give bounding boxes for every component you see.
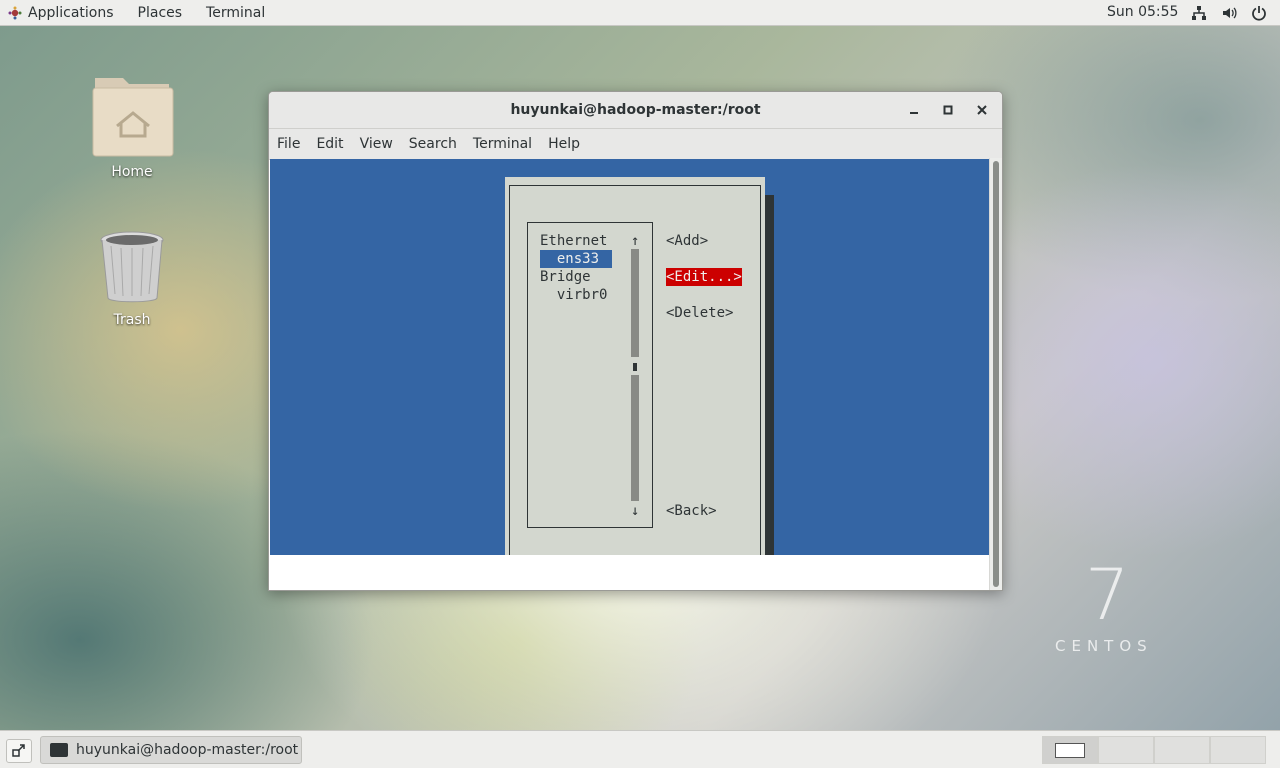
applications-label: Applications	[28, 4, 114, 21]
list-item-virbr0[interactable]: virbr0	[540, 286, 608, 304]
add-button[interactable]: <Add>	[666, 232, 708, 250]
terminal-screen[interactable]: Ethernet ens33 Bridge virbr0 ↑ ↓ <Add> <…	[270, 159, 990, 557]
terminal-empty-area[interactable]	[270, 555, 990, 590]
task-label: huyunkai@hadoop-master:/root	[76, 742, 299, 758]
home-label: Home	[111, 164, 153, 180]
power-icon[interactable]	[1250, 4, 1268, 22]
window-menubar: File Edit View Search Terminal Help	[269, 129, 1002, 160]
list-item-ethernet[interactable]: Ethernet	[540, 232, 607, 250]
workspace-window-preview	[1055, 743, 1085, 758]
workspace-3[interactable]	[1154, 736, 1210, 764]
terminal-icon	[50, 743, 68, 757]
show-desktop-button[interactable]	[6, 739, 32, 763]
workspace-4[interactable]	[1210, 736, 1266, 764]
menu-edit[interactable]: Edit	[308, 136, 351, 152]
centos-wordmark: CENTOS	[1055, 637, 1153, 655]
list-item-ens33[interactable]: ens33	[540, 250, 612, 268]
dialog-shadow	[765, 195, 774, 555]
terminal-app-menu[interactable]: Terminal	[194, 5, 277, 21]
workspace-2[interactable]	[1098, 736, 1154, 764]
list-scrollbar-track-lower[interactable]	[631, 375, 639, 501]
terminal-scrollbar-thumb[interactable]	[993, 161, 999, 587]
menu-terminal[interactable]: Terminal	[465, 136, 540, 152]
volume-icon[interactable]	[1220, 4, 1238, 22]
top-menu: Applications Places Terminal	[0, 0, 277, 26]
workspace-1[interactable]	[1042, 736, 1098, 764]
clock[interactable]: Sun 05:55	[1107, 4, 1178, 20]
terminal-scrollbar[interactable]	[989, 158, 1002, 590]
menu-help[interactable]: Help	[540, 136, 588, 152]
maximize-icon	[943, 105, 953, 115]
places-menu[interactable]: Places	[126, 5, 195, 21]
edit-button[interactable]: <Edit...>	[666, 268, 742, 286]
centos-version: 7	[1085, 554, 1130, 636]
back-button[interactable]: <Back>	[666, 502, 717, 520]
close-icon	[977, 105, 987, 115]
gnome-foot-icon	[8, 6, 22, 20]
scroll-down-arrow[interactable]: ↓	[631, 502, 639, 520]
show-desktop-icon	[12, 744, 25, 757]
trash-icon	[100, 231, 164, 303]
minimize-button[interactable]	[904, 100, 924, 120]
applications-menu[interactable]: Applications	[0, 5, 126, 21]
desktop-trash[interactable]: Trash	[82, 228, 182, 328]
list-scrollbar-track[interactable]	[631, 249, 639, 357]
scroll-up-arrow[interactable]: ↑	[631, 232, 639, 250]
list-scrollbar-thumb[interactable]	[633, 363, 637, 371]
menu-file[interactable]: File	[269, 136, 308, 152]
bottom-panel: huyunkai@hadoop-master:/root	[0, 730, 1280, 768]
window-title: huyunkai@hadoop-master:/root	[510, 102, 761, 118]
home-folder-icon	[92, 78, 174, 157]
system-tray[interactable]	[1190, 4, 1268, 22]
close-button[interactable]	[972, 100, 992, 120]
list-item-bridge[interactable]: Bridge	[540, 268, 591, 286]
window-titlebar[interactable]: huyunkai@hadoop-master:/root	[269, 92, 1002, 129]
terminal-window[interactable]: huyunkai@hadoop-master:/root File Edit V…	[268, 91, 1003, 591]
nmtui-dialog: Ethernet ens33 Bridge virbr0 ↑ ↓ <Add> <…	[505, 177, 765, 557]
desktop-home[interactable]: Home	[82, 74, 182, 180]
minimize-icon	[910, 112, 918, 114]
network-icon[interactable]	[1190, 4, 1208, 22]
trash-label: Trash	[113, 312, 151, 328]
top-panel: Applications Places Terminal Sun 05:55	[0, 0, 1280, 26]
menu-search[interactable]: Search	[401, 136, 465, 152]
delete-button[interactable]: <Delete>	[666, 304, 733, 322]
menu-view[interactable]: View	[352, 136, 401, 152]
maximize-button[interactable]	[938, 100, 958, 120]
taskbar-terminal-task[interactable]: huyunkai@hadoop-master:/root	[40, 736, 302, 764]
